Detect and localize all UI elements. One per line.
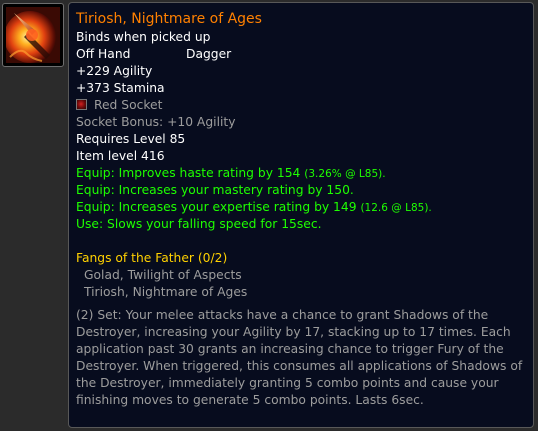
use-effect: Use: Slows your falling speed for 15sec. <box>76 216 526 233</box>
equip-mastery-text: Equip: Increases your mastery rating by … <box>76 183 354 197</box>
equip-haste: Equip: Improves haste rating by 154 (3.2… <box>76 165 526 182</box>
required-level: Requires Level 85 <box>76 132 186 146</box>
item-type: Dagger <box>186 47 232 61</box>
dagger-item-icon <box>6 7 60 63</box>
equip-haste-text: Equip: Improves haste rating by 154 <box>76 166 301 180</box>
socket-bonus: Socket Bonus: +10 Agility <box>76 115 236 129</box>
socket-row: Red Socket <box>76 97 526 114</box>
item-icon-frame[interactable] <box>2 3 64 67</box>
equip-mastery: Equip: Increases your mastery rating by … <box>76 182 526 199</box>
equip-expertise-note: (12.6 @ L85). <box>360 202 432 214</box>
item-slot: Off Hand <box>76 47 131 61</box>
equip-expertise: Equip: Increases your expertise rating b… <box>76 199 526 216</box>
set-item-golad[interactable]: Golad, Twilight of Aspects <box>76 267 526 284</box>
item-name: Tiriosh, Nightmare of Ages <box>76 11 262 27</box>
item-binding: Binds when picked up <box>76 30 211 44</box>
use-effect-text: Use: Slows your falling speed for 15sec. <box>76 217 322 231</box>
item-slot-row: Off Hand Dagger <box>76 46 526 63</box>
equip-expertise-text: Equip: Increases your expertise rating b… <box>76 200 357 214</box>
set-item-tiriosh[interactable]: Tiriosh, Nightmare of Ages <box>76 284 526 301</box>
item-level: Item level 416 <box>76 149 165 163</box>
red-socket-icon <box>76 99 87 110</box>
stat-agility: +229 Agility <box>76 64 153 78</box>
equip-haste-note: (3.26% @ L85). <box>304 168 386 180</box>
set-bonus-text: (2) Set: Your melee attacks have a chanc… <box>76 308 523 407</box>
set-name[interactable]: Fangs of the Father (0/2) <box>76 250 526 267</box>
item-tooltip: Tiriosh, Nightmare of Ages Binds when pi… <box>68 2 534 428</box>
socket-label: Red Socket <box>94 98 163 112</box>
stat-stamina: +373 Stamina <box>76 81 165 95</box>
